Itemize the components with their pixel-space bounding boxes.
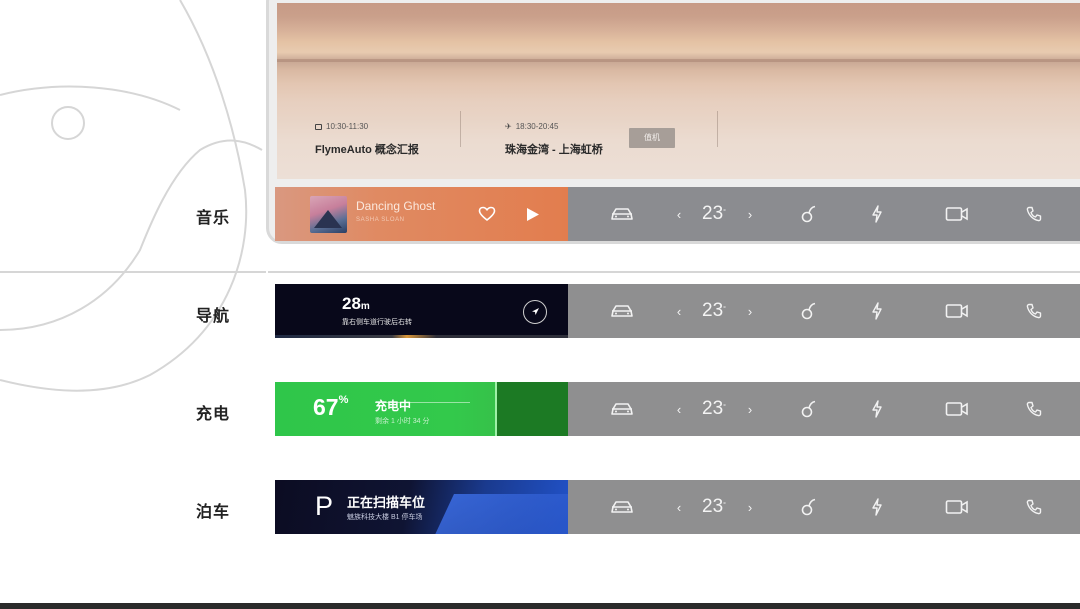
navigation-dock-bar: 28m 靠右侧车道行驶后右转 ‹ 23 ° › [275,284,1080,338]
row-label-charging: 充电 [196,406,231,423]
charge-percent: 67% [313,394,349,420]
play-icon[interactable] [526,207,540,222]
heart-icon[interactable] [478,206,496,222]
phone-icon[interactable] [1023,480,1045,534]
calendar-event[interactable]: 10:30-11:30 FlymeAuto 概念汇报 [315,122,419,157]
car-icon[interactable] [608,480,636,534]
fan-icon[interactable] [799,382,819,436]
album-art [310,196,347,233]
parking-space-graphic [426,494,568,534]
parking-card[interactable]: P 正在扫描车位 魅族科技大楼 B1 停车场 [275,480,568,534]
quick-controls: ‹ 23 ° › [568,480,1080,534]
phone-icon[interactable] [1023,382,1045,436]
fan-icon[interactable] [799,284,819,338]
charge-remaining-time: 剩余 1 小时 34 分 [375,418,430,425]
song-title: Dancing Ghost [356,199,436,213]
row-label-music: 音乐 [196,210,231,227]
car-icon[interactable] [608,284,636,338]
temperature-readout: 23 ° [702,398,726,419]
charge-level-edge [495,382,497,436]
charge-bolt-icon[interactable] [868,187,886,241]
car-icon[interactable] [608,382,636,436]
temp-increase-button[interactable]: › [744,382,756,436]
compass-icon[interactable] [523,300,547,324]
temp-decrease-button[interactable]: ‹ [673,382,685,436]
calendar-icon [315,123,322,130]
temp-increase-button[interactable]: › [744,480,756,534]
plane-icon: ✈ [505,122,512,131]
camera-icon[interactable] [944,187,970,241]
flight-event[interactable]: ✈ 18:30-20:45 珠海金湾 - 上海虹桥 [505,122,603,157]
camera-icon[interactable] [944,382,970,436]
car-icon[interactable] [608,187,636,241]
parking-status: 正在扫描车位 [347,495,426,510]
charge-bolt-icon[interactable] [868,284,886,338]
row-label-navigation: 导航 [196,308,231,325]
temperature-readout: 23 ° [702,496,726,517]
divider [717,111,718,147]
fan-icon[interactable] [799,187,819,241]
charge-bolt-icon[interactable] [868,480,886,534]
charging-card[interactable]: 67% 充电中 剩余 1 小时 34 分 [275,382,568,436]
music-card[interactable]: Dancing Ghost SASHA SLOAN [275,187,568,241]
parking-location: 魅族科技大楼 B1 停车场 [347,514,423,521]
quick-controls: ‹ 23 ° › [568,284,1080,338]
navigation-card[interactable]: 28m 靠右侧车道行驶后右转 [275,284,568,338]
temperature-readout: 23 ° [702,300,726,321]
charging-dock-bar: 67% 充电中 剩余 1 小时 34 分 ‹ 23 ° › [275,382,1080,436]
quick-controls: ‹ 23 ° › [568,382,1080,436]
checkin-button[interactable]: 值机 [629,128,675,148]
temp-increase-button[interactable]: › [744,284,756,338]
temp-increase-button[interactable]: › [744,187,756,241]
camera-icon[interactable] [944,284,970,338]
temp-decrease-button[interactable]: ‹ [673,284,685,338]
flight-time: ✈ 18:30-20:45 [505,122,559,131]
turn-distance: 28m [342,294,370,313]
camera-icon[interactable] [944,480,970,534]
phone-icon[interactable] [1023,187,1045,241]
charge-status: 充电中 [375,399,412,413]
temperature-readout: 23 ° [702,203,726,224]
parking-p-icon: P [315,491,334,521]
music-dock-bar: Dancing Ghost SASHA SLOAN ‹ 23 ° › [275,187,1080,241]
bottom-edge [0,603,1080,609]
phone-icon[interactable] [1023,284,1045,338]
event-time: 10:30-11:30 [315,122,419,131]
flight-route: 珠海金湾 - 上海虹桥 [505,144,603,156]
artist-name: SASHA SLOAN [356,217,405,223]
temp-decrease-button[interactable]: ‹ [673,187,685,241]
parking-dock-bar: P 正在扫描车位 魅族科技大楼 B1 停车场 ‹ 23 ° › [275,480,1080,534]
event-name: FlymeAuto 概念汇报 [315,144,419,156]
map-strip [275,335,568,338]
fan-icon[interactable] [799,480,819,534]
temp-decrease-button[interactable]: ‹ [673,480,685,534]
quick-controls: ‹ 23 ° › [568,187,1080,241]
row-label-parking: 泊车 [196,504,231,521]
turn-instruction: 靠右侧车道行驶后右转 [342,319,412,326]
divider [460,111,461,147]
charge-bolt-icon[interactable] [868,382,886,436]
